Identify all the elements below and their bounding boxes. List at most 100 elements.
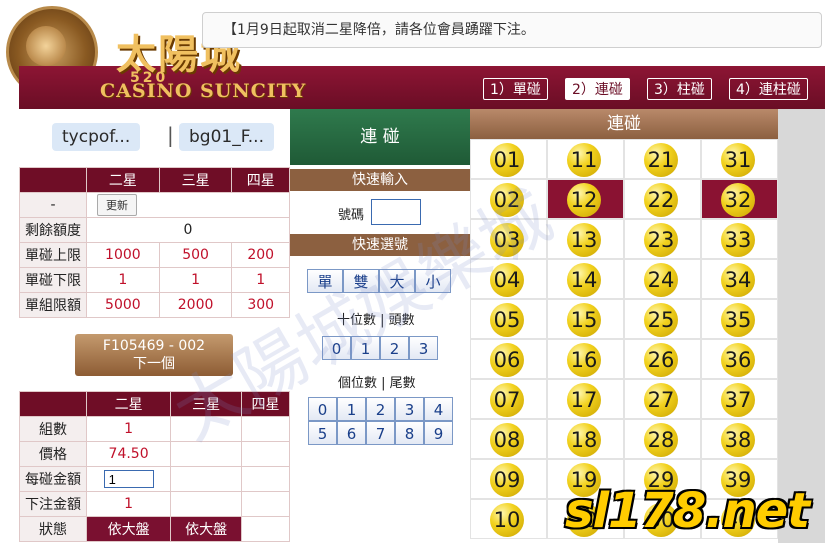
- status-label: 狀態: [19, 516, 87, 542]
- account-chip-1[interactable]: tycpof...: [52, 123, 141, 151]
- number-cell-35[interactable]: 35: [701, 299, 778, 339]
- number-cell-13[interactable]: 13: [547, 219, 624, 259]
- number-cell-02[interactable]: 02: [470, 179, 547, 219]
- per-bet-cell: [85, 466, 172, 492]
- group-limit-4star: 300: [231, 292, 290, 318]
- tens-3-button[interactable]: 3: [409, 336, 438, 360]
- number-cell-14[interactable]: 14: [547, 259, 624, 299]
- tab-linked-column[interactable]: 4）連柱碰: [729, 78, 808, 100]
- number-cell-26[interactable]: 26: [624, 339, 701, 379]
- remaining-label: 剩餘額度: [19, 217, 87, 243]
- units-9-button[interactable]: 9: [424, 421, 453, 445]
- number-cell-03[interactable]: 03: [470, 219, 547, 259]
- units-5-button[interactable]: 5: [308, 421, 337, 445]
- bet-amount-label: 下注金額: [19, 491, 87, 517]
- number-cell-06[interactable]: 06: [470, 339, 547, 379]
- number-cell-34[interactable]: 34: [701, 259, 778, 299]
- empty-cell: [241, 516, 290, 542]
- status-3star: 依大盤: [170, 516, 243, 542]
- number-cell-07[interactable]: 07: [470, 379, 547, 419]
- next-ticket-button[interactable]: F105469 - 002 下一個: [75, 334, 233, 376]
- tens-0-button[interactable]: 0: [322, 336, 351, 360]
- group-limit-label: 單組限額: [19, 292, 87, 318]
- units-4-button[interactable]: 4: [424, 397, 453, 421]
- number-cell-04[interactable]: 04: [470, 259, 547, 299]
- per-bet-label: 每碰金額: [19, 466, 87, 492]
- number-cell-33[interactable]: 33: [701, 219, 778, 259]
- big-button[interactable]: 大: [379, 269, 415, 293]
- number-cell-32[interactable]: 32: [701, 179, 778, 219]
- limits-table: 二星 三星 四星 - 更新 剩餘額度 0 單碰上限 1000 500 200 單…: [19, 167, 290, 318]
- account-chip-2[interactable]: bg01_F...: [179, 123, 274, 151]
- number-cell-25[interactable]: 25: [624, 299, 701, 339]
- per-bet-input[interactable]: [103, 470, 154, 488]
- number-cell-12[interactable]: 12: [547, 179, 624, 219]
- tab-single[interactable]: 1）單碰: [483, 78, 548, 100]
- units-button-row-2: 5 6 7 8 9: [308, 421, 453, 445]
- number-cell-09[interactable]: 09: [470, 459, 547, 499]
- number-ball: 02: [490, 183, 524, 217]
- update-button[interactable]: 更新: [97, 194, 137, 216]
- number-cell-36[interactable]: 36: [701, 339, 778, 379]
- order-table: 二星 三星 四星 組數 1 價格 74.50 每碰金額 下注金額 1 狀態 依大…: [19, 391, 290, 542]
- empty-cell: [170, 466, 243, 492]
- update-cell: 更新: [86, 192, 290, 218]
- number-cell-22[interactable]: 22: [624, 179, 701, 219]
- number-cell-15[interactable]: 15: [547, 299, 624, 339]
- number-cell-21[interactable]: 21: [624, 139, 701, 179]
- number-grid-header: 連碰: [470, 109, 778, 139]
- tab-linked[interactable]: 2）連碰: [565, 78, 630, 100]
- number-ball: 32: [721, 183, 755, 217]
- number-cell-28[interactable]: 28: [624, 419, 701, 459]
- number-ball: 06: [490, 343, 524, 377]
- min-label: 單碰下限: [19, 267, 87, 293]
- limits-corner: [19, 167, 87, 193]
- units-8-button[interactable]: 8: [395, 421, 424, 445]
- units-1-button[interactable]: 1: [337, 397, 366, 421]
- min-2star: 1: [86, 267, 160, 293]
- number-cell-01[interactable]: 01: [470, 139, 547, 179]
- order-corner: [19, 391, 87, 417]
- number-cell-38[interactable]: 38: [701, 419, 778, 459]
- number-cell-10[interactable]: 10: [470, 499, 547, 539]
- units-6-button[interactable]: 6: [337, 421, 366, 445]
- price-value: 74.50: [85, 441, 172, 467]
- number-cell-05[interactable]: 05: [470, 299, 547, 339]
- tens-1-button[interactable]: 1: [351, 336, 380, 360]
- number-cell-24[interactable]: 24: [624, 259, 701, 299]
- number-cell-31[interactable]: 31: [701, 139, 778, 179]
- number-cell-18[interactable]: 18: [547, 419, 624, 459]
- number-ball: 01: [490, 143, 524, 177]
- small-button[interactable]: 小: [415, 269, 451, 293]
- units-3-button[interactable]: 3: [395, 397, 424, 421]
- odd-button[interactable]: 單: [307, 269, 343, 293]
- number-ball: 04: [490, 263, 524, 297]
- number-cell-16[interactable]: 16: [547, 339, 624, 379]
- number-ball: 14: [567, 263, 601, 297]
- number-ball: 07: [490, 383, 524, 417]
- units-0-button[interactable]: 0: [308, 397, 337, 421]
- number-cell-27[interactable]: 27: [624, 379, 701, 419]
- number-ball: 10: [490, 503, 524, 537]
- max-label: 單碰上限: [19, 242, 87, 268]
- number-cell-37[interactable]: 37: [701, 379, 778, 419]
- site-logo: sl178.net: [565, 483, 810, 539]
- empty-cell: [241, 491, 290, 517]
- type-button-row: 單 雙 大 小: [307, 269, 451, 293]
- number-ball: 38: [721, 423, 755, 457]
- limits-header-2star: 二星: [86, 167, 160, 193]
- units-7-button[interactable]: 7: [366, 421, 395, 445]
- units-2-button[interactable]: 2: [366, 397, 395, 421]
- number-ball: 34: [721, 263, 755, 297]
- ticket-id: F105469 - 002: [102, 338, 206, 354]
- account-bar: tycpof... | bg01_F...: [19, 109, 290, 167]
- number-cell-17[interactable]: 17: [547, 379, 624, 419]
- tens-2-button[interactable]: 2: [380, 336, 409, 360]
- number-cell-23[interactable]: 23: [624, 219, 701, 259]
- number-cell-08[interactable]: 08: [470, 419, 547, 459]
- number-cell-11[interactable]: 11: [547, 139, 624, 179]
- sun-seal-center: [26, 26, 66, 66]
- tab-column[interactable]: 3）柱碰: [647, 78, 712, 100]
- even-button[interactable]: 雙: [343, 269, 379, 293]
- number-input[interactable]: [371, 199, 421, 225]
